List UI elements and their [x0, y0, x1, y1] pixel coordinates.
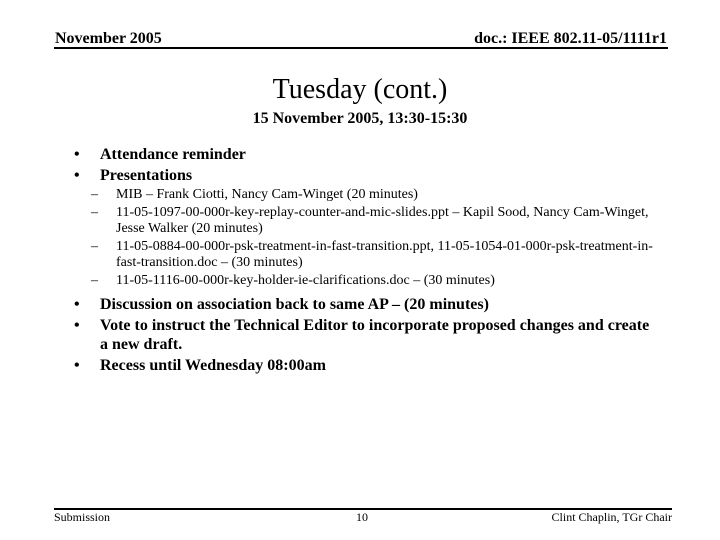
bullet-text: Vote to instruct the Technical Editor to…: [100, 317, 650, 353]
dash-icon: –: [91, 205, 98, 220]
bullet-text: Discussion on association back to same A…: [100, 296, 489, 313]
bullet-item: • Recess until Wednesday 08:00am: [0, 356, 660, 375]
dash-icon: –: [91, 273, 98, 288]
sub-bullet-item: – 11-05-0884-00-000r-psk-treatment-in-fa…: [0, 239, 656, 271]
sub-bullet-item: – 11-05-1097-00-000r-key-replay-counter-…: [0, 205, 656, 237]
header-date: November 2005: [55, 30, 162, 47]
sub-bullet-text: MIB – Frank Ciotti, Nancy Cam-Winget (20…: [116, 187, 418, 202]
bullet-icon: •: [74, 296, 80, 313]
sub-bullet-item: – MIB – Frank Ciotti, Nancy Cam-Winget (…: [0, 187, 656, 203]
sub-bullet-text: 11-05-1116-00-000r-key-holder-ie-clarifi…: [116, 273, 495, 288]
bullet-icon: •: [74, 167, 80, 184]
footer-submission: Submission: [54, 510, 111, 524]
bullet-item: • Attendance reminder: [0, 145, 660, 164]
dash-icon: –: [91, 239, 98, 254]
page-number: 10: [356, 510, 368, 524]
slide-subtitle: 15 November 2005, 13:30-15:30: [252, 110, 468, 127]
slide-title: Tuesday (cont.): [272, 74, 448, 105]
header-doc-id: doc.: IEEE 802.11-05/1111r1: [474, 30, 667, 47]
bullet-icon: •: [74, 357, 80, 374]
sub-bullet-text: 11-05-1097-00-000r-key-replay-counter-an…: [116, 205, 649, 236]
bullet-text: Attendance reminder: [100, 146, 246, 163]
bullet-text: Recess until Wednesday 08:00am: [100, 357, 326, 374]
dash-icon: –: [91, 187, 98, 202]
bullet-item: • Discussion on association back to same…: [0, 295, 660, 314]
bullet-item: • Presentations: [0, 166, 660, 185]
bullet-item: • Vote to instruct the Technical Editor …: [0, 316, 660, 354]
bullet-icon: •: [74, 317, 80, 334]
bullet-icon: •: [74, 146, 80, 163]
slide-body: • Attendance reminder • Presentations – …: [0, 145, 720, 377]
sub-bullet-text: 11-05-0884-00-000r-psk-treatment-in-fast…: [116, 239, 653, 270]
bullet-text: Presentations: [100, 167, 193, 184]
header-divider: [54, 47, 668, 49]
footer-author: Clint Chaplin, TGr Chair: [551, 510, 672, 524]
sub-bullet-item: – 11-05-1116-00-000r-key-holder-ie-clari…: [0, 273, 656, 289]
